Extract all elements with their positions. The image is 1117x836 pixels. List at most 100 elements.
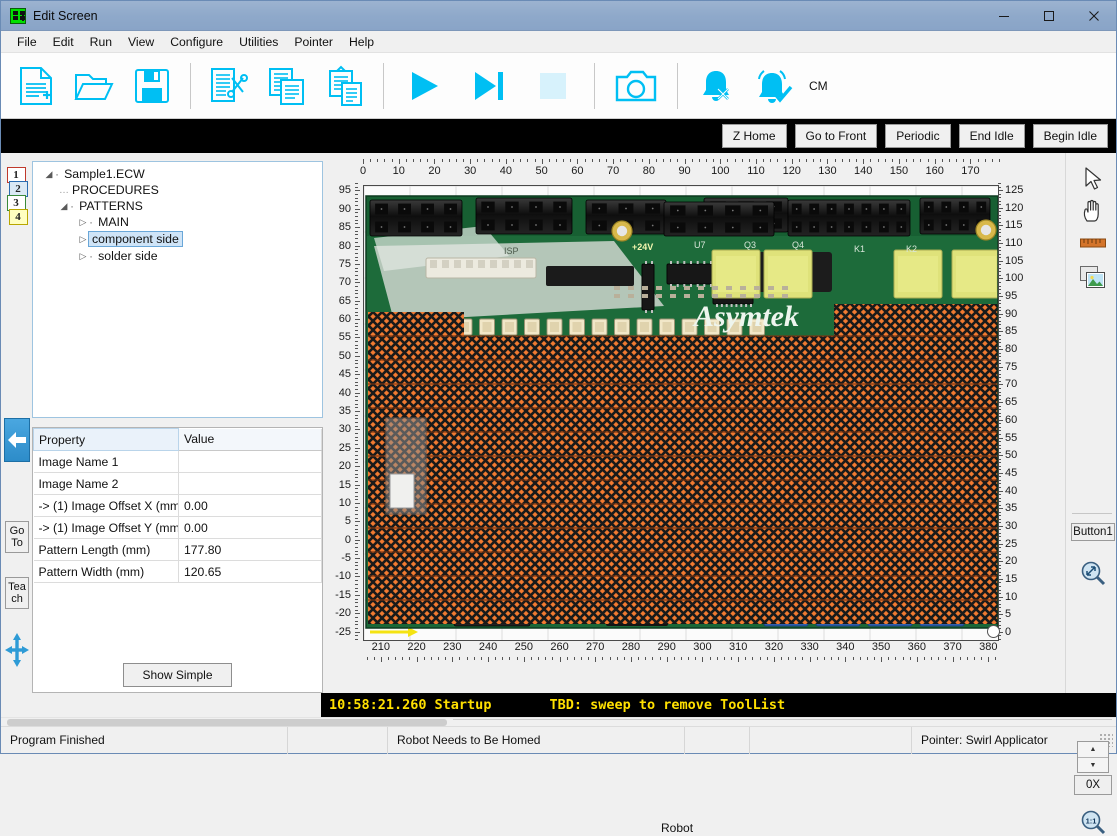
bell-off-icon[interactable] — [687, 57, 745, 115]
zoom-up-button[interactable]: ▲ — [1078, 742, 1108, 757]
action-bar: Z Home Go to Front Periodic End Idle Beg… — [1, 119, 1116, 153]
menu-run[interactable]: Run — [82, 32, 120, 52]
play-icon[interactable] — [393, 57, 457, 115]
zoom-1to1-icon[interactable]: 1:1 — [1079, 808, 1107, 836]
expanded-arrow-icon[interactable]: ◢ — [58, 201, 70, 212]
table-row[interactable]: -> (1) Image Offset X (mm) 0.00 — [33, 494, 322, 517]
tree-dot: · — [70, 199, 75, 213]
left-panel: ◢ · Sample1.ECW … PROCEDURES ◢ · PATTERN… — [32, 153, 325, 693]
table-row[interactable]: Image Name 1 — [33, 450, 322, 473]
tree-dashline: … — [59, 184, 69, 196]
property-value[interactable]: 0.00 — [178, 516, 322, 539]
header-property[interactable]: Property — [33, 428, 179, 451]
horizontal-scrollbar[interactable] — [1, 717, 1116, 726]
expanded-arrow-icon[interactable]: ◢ — [43, 169, 55, 180]
go-to-front-button[interactable]: Go to Front — [794, 124, 878, 148]
svg-text:ISP: ISP — [504, 246, 519, 256]
four-way-move-icon[interactable] — [5, 633, 29, 667]
table-row[interactable]: Pattern Length (mm) 177.80 — [33, 538, 322, 561]
property-value[interactable]: 120.65 — [178, 560, 322, 583]
menu-file[interactable]: File — [9, 32, 45, 52]
main-area: 1 2 3 4 Go To Tea ch ◢ · Sample1.ECW … P… — [1, 153, 1116, 835]
log-bar[interactable]: 10:58:21.260 Startup TBD: sweep to remov… — [321, 693, 1116, 717]
minimize-button[interactable] — [981, 1, 1026, 31]
copy-icon[interactable] — [258, 57, 316, 115]
tree-node-main[interactable]: ▷ · MAIN — [33, 214, 322, 230]
status-bar: Program Finished Robot Needs to Be Homed… — [1, 726, 1116, 754]
scrollbar-track[interactable] — [453, 719, 1112, 726]
zoom-down-button[interactable]: ▼ — [1078, 757, 1108, 772]
property-value[interactable]: 177.80 — [178, 538, 322, 561]
zoom-zero-button[interactable]: 0X — [1074, 775, 1112, 795]
ruler-tick: 320 — [764, 641, 784, 653]
bell-check-icon[interactable] — [745, 57, 803, 115]
property-value[interactable] — [178, 450, 322, 473]
log-source: Startup — [434, 697, 492, 713]
header-value[interactable]: Value — [178, 428, 322, 451]
ruler-tick: 0 — [344, 533, 351, 546]
ruler-tick-strip — [363, 657, 999, 662]
log-row: 10:58:21.260 Startup TBD: sweep to remov… — [1, 693, 1116, 717]
stop-icon[interactable] — [521, 57, 585, 115]
pan-hand-icon[interactable] — [1079, 197, 1107, 225]
collapsed-arrow-icon[interactable]: ▷ — [77, 251, 89, 262]
tree-node-solder-side[interactable]: ▷ · solder side — [33, 248, 322, 264]
property-value[interactable]: 0.00 — [178, 494, 322, 517]
collapsed-arrow-icon[interactable]: ▷ — [77, 217, 89, 228]
z-home-button[interactable]: Z Home — [721, 124, 787, 148]
maximize-button[interactable] — [1026, 1, 1071, 31]
scrollbar-thumb[interactable] — [7, 719, 447, 726]
periodic-button[interactable]: Periodic — [885, 124, 951, 148]
go-to-button[interactable]: Go To — [5, 521, 29, 553]
image-layers-icon[interactable] — [1079, 263, 1107, 293]
menu-utilities[interactable]: Utilities — [231, 32, 286, 52]
title-bar: Edit Screen — [1, 1, 1116, 31]
back-arrow-icon[interactable] — [4, 418, 30, 462]
zoom-stepper[interactable]: ▲ ▼ — [1077, 741, 1109, 773]
cursor-arrow-icon[interactable] — [1079, 165, 1107, 193]
badge-4[interactable]: 4 — [8, 209, 28, 225]
menu-help[interactable]: Help — [341, 32, 382, 52]
save-disk-icon[interactable] — [123, 57, 181, 115]
tree-node-component-side[interactable]: ▷ component side — [33, 230, 322, 248]
end-idle-button[interactable]: End Idle — [958, 124, 1025, 148]
table-row[interactable]: -> (1) Image Offset Y (mm) 0.00 — [33, 516, 322, 539]
menu-view[interactable]: View — [120, 32, 162, 52]
ruler-icon[interactable] — [1079, 229, 1107, 257]
ruler-tick: 120 — [1005, 201, 1024, 214]
ruler-bottom: 210 220 230 240 250 260 270 280 290 300 310 320 330 3… — [325, 641, 1065, 662]
tree-node-procedures[interactable]: … PROCEDURES — [33, 182, 322, 198]
menu-configure[interactable]: Configure — [162, 32, 231, 52]
cm-label: CM — [809, 78, 828, 93]
step-icon[interactable] — [457, 57, 521, 115]
tree-node-patterns[interactable]: ◢ · PATTERNS — [33, 198, 322, 214]
show-simple-button[interactable]: Show Simple — [123, 663, 232, 687]
new-file-icon[interactable] — [7, 57, 65, 115]
program-tree[interactable]: ◢ · Sample1.ECW … PROCEDURES ◢ · PATTERN… — [32, 161, 323, 418]
table-row[interactable]: Pattern Width (mm) 120.65 — [33, 560, 322, 583]
ruler-tick: 70 — [606, 165, 620, 177]
cut-icon[interactable] — [200, 57, 258, 115]
table-row[interactable]: Image Name 2 — [33, 472, 322, 495]
paste-icon[interactable] — [316, 57, 374, 115]
ruler-tick: 0 — [359, 165, 367, 177]
begin-idle-button[interactable]: Begin Idle — [1032, 124, 1108, 148]
camera-icon[interactable] — [604, 57, 668, 115]
ruler-tick: 280 — [621, 641, 641, 653]
ruler-tick: 110 — [747, 165, 765, 177]
menu-edit[interactable]: Edit — [45, 32, 82, 52]
open-folder-icon[interactable] — [65, 57, 123, 115]
property-value[interactable] — [178, 472, 322, 495]
canvas-area[interactable]: Pattern Robot 01020304050607080901001101… — [325, 153, 1065, 835]
canvas-corner-handle[interactable] — [987, 625, 1000, 638]
ruler-tick: 120 — [782, 165, 801, 177]
teach-button[interactable]: Tea ch — [5, 577, 29, 609]
button1[interactable]: Button1 — [1071, 523, 1115, 541]
ruler-tick: 70 — [338, 276, 351, 289]
tree-node-sample1[interactable]: ◢ · Sample1.ECW — [33, 166, 322, 182]
menu-pointer[interactable]: Pointer — [286, 32, 341, 52]
close-button[interactable] — [1071, 1, 1116, 31]
zoom-fit-icon[interactable] — [1079, 559, 1107, 587]
ruler-tick: -5 — [341, 552, 351, 565]
pcb-viewport[interactable]: +24VISPK1K2Q3Q4U10U7NH2 _SENSENH1 _SENSE… — [363, 185, 999, 641]
